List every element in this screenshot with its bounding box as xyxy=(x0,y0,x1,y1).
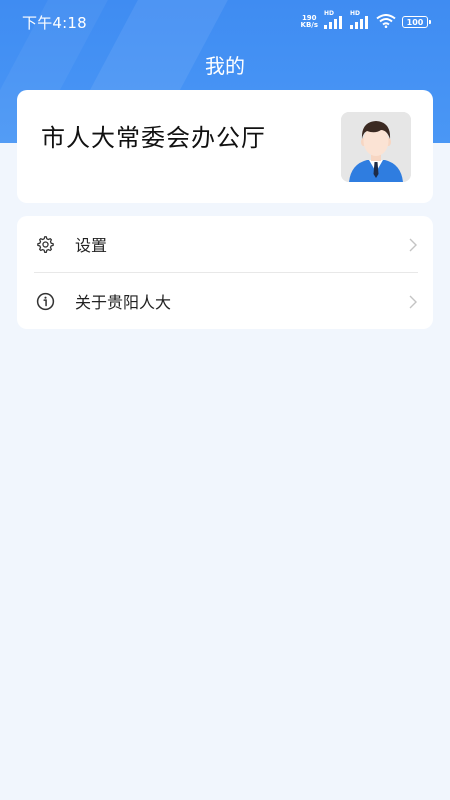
menu-card: 设置 关于贵阳人大 xyxy=(17,216,433,329)
org-name: 市人大常委会办公厅 xyxy=(41,124,266,152)
hd-label: HD xyxy=(324,9,335,17)
menu-item-label: 设置 xyxy=(75,236,108,255)
wifi-icon xyxy=(376,13,396,32)
status-icons: 190 KB/s HD HD 100 xyxy=(301,10,431,32)
hd-label: HD xyxy=(350,9,361,17)
battery-icon: 100 xyxy=(402,16,431,28)
info-icon xyxy=(36,292,55,311)
page-title: 我的 xyxy=(205,54,245,78)
status-bar: 下午4:18 190 KB/s HD HD 100 xyxy=(0,0,450,44)
menu-item-about[interactable]: 关于贵阳人大 xyxy=(17,273,433,329)
signal-icon: HD xyxy=(350,10,370,29)
network-speed: 190 KB/s xyxy=(301,15,318,29)
network-speed-unit: KB/s xyxy=(300,21,318,29)
user-avatar-icon[interactable] xyxy=(341,112,411,182)
status-time: 下午4:18 xyxy=(22,13,87,32)
signal-icon: HD xyxy=(324,10,344,29)
chevron-right-icon xyxy=(409,294,417,309)
menu-item-settings[interactable]: 设置 xyxy=(17,216,433,272)
chevron-right-icon xyxy=(409,237,417,252)
profile-card[interactable]: 市人大常委会办公厅 xyxy=(17,90,433,203)
menu-item-label: 关于贵阳人大 xyxy=(75,293,172,312)
gear-icon xyxy=(36,235,55,254)
